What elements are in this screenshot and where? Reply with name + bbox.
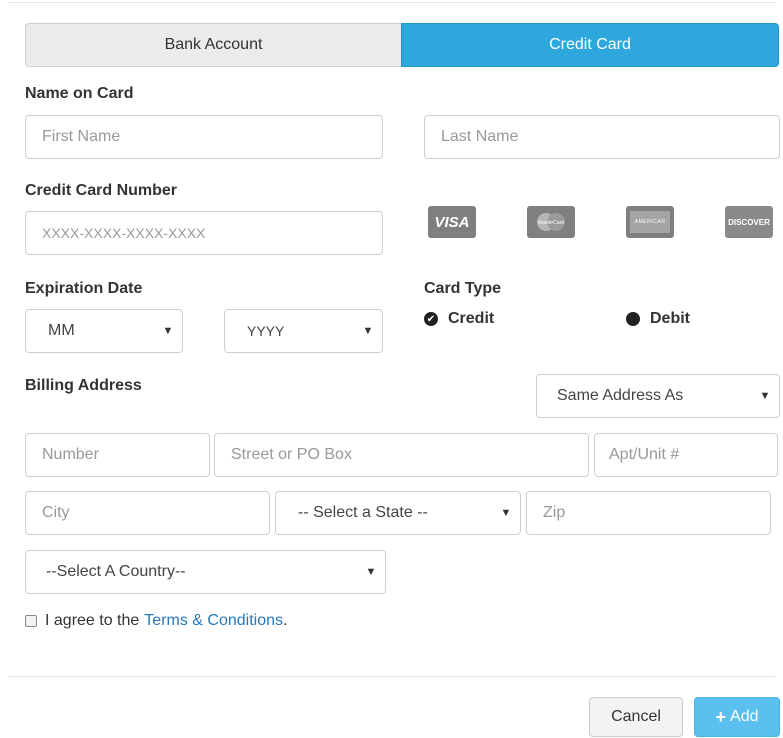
cancel-button[interactable]: Cancel [589,697,683,737]
country-value: --Select A Country-- [46,563,186,580]
tab-bank-account[interactable]: Bank Account [25,23,402,67]
expiration-month-select[interactable]: MM ▼ [25,309,183,353]
card-type-debit-radio[interactable]: Debit [626,310,690,328]
plus-icon: + [715,706,727,727]
expiration-year-select[interactable]: YYYY ▼ [224,309,383,353]
expiration-date-label: Expiration Date [25,280,143,297]
card-type-credit-label: Credit [448,310,495,327]
chevron-down-icon: ▼ [759,390,771,402]
visa-logo-text: VISA [434,213,470,231]
terms-row: I agree to the Terms & Conditions . [25,612,287,630]
name-on-card-label: Name on Card [25,85,134,102]
state-select[interactable]: -- Select a State -- ▼ [275,491,521,535]
chevron-down-icon: ▼ [500,507,512,519]
discover-logo-text: DISCOVER [728,217,770,227]
same-address-select[interactable]: Same Address As ▼ [536,374,780,418]
country-select[interactable]: --Select A Country-- ▼ [25,550,386,594]
card-number-label: Credit Card Number [25,182,178,199]
city-input[interactable]: City [25,491,270,535]
visa-icon: VISA [428,206,476,238]
add-button-label: Add [730,708,759,725]
terms-prefix: I agree to the [45,612,140,629]
chevron-down-icon: ▼ [362,325,374,337]
amex-logo-text: AMERICAN EXPRESS [630,211,670,247]
state-value: -- Select a State -- [298,504,428,521]
svg-text:MasterCard: MasterCard [538,220,564,226]
check-circle-icon: ✔ [424,312,438,326]
street-input[interactable]: Street or PO Box [214,433,589,477]
same-address-value: Same Address As [557,387,684,404]
top-divider [8,2,775,3]
terms-suffix: . [283,612,288,629]
add-button[interactable]: + Add [694,697,780,737]
address-number-input[interactable]: Number [25,433,210,477]
radio-dot-icon [626,312,640,326]
card-type-credit-radio[interactable]: ✔ Credit [424,310,494,328]
first-name-input[interactable]: First Name [25,115,383,159]
expiration-year-value: YYYY [247,323,285,339]
mastercard-icon: MasterCard [527,206,575,238]
apt-unit-input[interactable]: Apt/Unit # [594,433,778,477]
card-number-input[interactable]: XXXX-XXXX-XXXX-XXXX [25,211,383,255]
discover-icon: DISCOVER [725,206,773,238]
expiration-month-value: MM [48,322,75,339]
terms-link[interactable]: Terms & Conditions [144,612,283,630]
chevron-down-icon: ▼ [365,566,377,578]
card-type-debit-label: Debit [650,310,690,327]
tab-credit-card[interactable]: Credit Card [401,23,779,67]
mastercard-circles: MasterCard [537,213,565,231]
amex-icon: AMERICAN EXPRESS [626,206,674,247]
billing-address-label: Billing Address [25,377,142,394]
footer-divider [8,676,775,677]
last-name-input[interactable]: Last Name [424,115,780,159]
chevron-down-icon: ▼ [162,325,174,337]
zip-input[interactable]: Zip [526,491,771,535]
card-type-label: Card Type [424,280,502,297]
terms-checkbox[interactable] [25,615,37,627]
